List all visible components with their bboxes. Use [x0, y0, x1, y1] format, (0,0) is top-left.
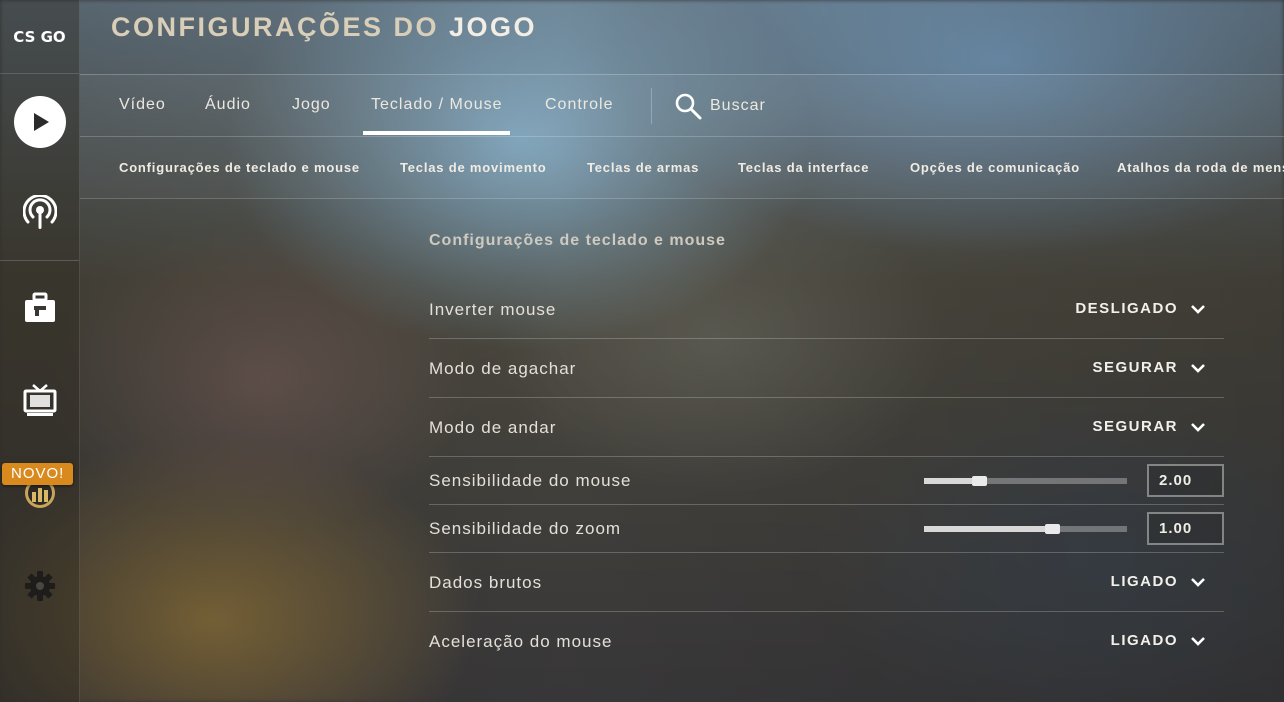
subtabs: Configurações de teclado e mouse Teclas … — [80, 137, 1284, 198]
subtab-interface-keys[interactable]: Teclas da interface — [738, 160, 869, 175]
logo-text: CS GO — [13, 27, 66, 46]
mouse-sensitivity-input[interactable]: 2.00 — [1147, 464, 1224, 497]
sidebar-divider — [0, 260, 79, 261]
broadcast-button[interactable] — [0, 183, 79, 243]
tab-video[interactable]: Vídeo — [119, 96, 166, 114]
settings-tabs: Vídeo Áudio Jogo Teclado / Mouse Control… — [80, 75, 1284, 137]
inventory-button[interactable] — [0, 278, 79, 338]
walk-mode-dropdown[interactable]: SEGURAR — [1092, 418, 1206, 435]
tab-game[interactable]: Jogo — [292, 96, 331, 114]
setting-row-zoom-sensitivity: Sensibilidade do zoom 1.00 — [429, 505, 1224, 553]
search-button[interactable]: Buscar — [674, 92, 766, 120]
subtab-weapon-keys[interactable]: Teclas de armas — [587, 160, 699, 175]
setting-row-raw-input: Dados brutos LIGADO — [429, 553, 1224, 612]
page-title: CONFIGURAÇÕES DO JOGO — [111, 12, 537, 43]
chevron-down-icon — [1191, 577, 1205, 587]
search-label: Buscar — [710, 97, 766, 114]
csgo-logo[interactable]: CS GO — [0, 0, 79, 74]
play-icon — [13, 96, 66, 148]
subtab-radio-wheel-shortcuts[interactable]: Atalhos da roda de mensagens — [1117, 160, 1284, 175]
setting-label: Sensibilidade do mouse — [429, 471, 632, 490]
setting-row-crouch-mode: Modo de agachar SEGURAR — [429, 339, 1224, 398]
slider-fill — [924, 526, 1052, 532]
tab-controller[interactable]: Controle — [545, 96, 613, 114]
search-icon — [675, 93, 702, 120]
chevron-down-icon — [1191, 636, 1205, 646]
setting-label: Inverter mouse — [429, 300, 557, 319]
dropdown-value: DESLIGADO — [1075, 300, 1178, 317]
tv-icon — [23, 384, 56, 416]
subtab-movement-keys[interactable]: Teclas de movimento — [400, 160, 546, 175]
subtab-keyboard-mouse-settings[interactable]: Configurações de teclado e mouse — [119, 160, 360, 175]
play-button[interactable] — [0, 92, 79, 152]
setting-label: Modo de andar — [429, 418, 557, 437]
crouch-mode-dropdown[interactable]: SEGURAR — [1092, 359, 1206, 376]
tab-audio[interactable]: Áudio — [205, 96, 251, 114]
chevron-down-icon — [1191, 304, 1205, 314]
page-title-highlight: JOGO — [449, 12, 538, 42]
broadcast-icon — [22, 195, 57, 229]
page-title-prefix: CONFIGURAÇÕES DO — [111, 12, 440, 42]
mouse-sensitivity-slider[interactable] — [924, 476, 1127, 486]
tab-divider — [651, 88, 652, 124]
new-badge: NOVO! — [2, 463, 74, 485]
dropdown-value: LIGADO — [1110, 632, 1178, 649]
slider-handle[interactable] — [1044, 524, 1060, 534]
zoom-sensitivity-input[interactable]: 1.00 — [1147, 512, 1224, 545]
chevron-down-icon — [1191, 363, 1205, 373]
setting-label: Dados brutos — [429, 573, 543, 592]
setting-label: Sensibilidade do zoom — [429, 519, 622, 538]
chevron-down-icon — [1191, 422, 1205, 432]
active-tab-indicator — [363, 131, 510, 135]
slider-fill — [924, 478, 979, 484]
setting-row-walk-mode: Modo de andar SEGURAR — [429, 398, 1224, 457]
subtabs-divider — [80, 198, 1284, 199]
watch-button[interactable] — [0, 370, 79, 430]
setting-row-mouse-sensitivity: Sensibilidade do mouse 2.00 — [429, 457, 1224, 505]
tab-keyboard-mouse[interactable]: Teclado / Mouse — [371, 96, 503, 114]
gear-icon — [24, 571, 55, 601]
dropdown-value: LIGADO — [1110, 573, 1178, 590]
zoom-sensitivity-slider[interactable] — [924, 524, 1127, 534]
dropdown-value: SEGURAR — [1092, 418, 1178, 435]
setting-row-mouse-acceleration: Aceleração do mouse LIGADO — [429, 612, 1224, 671]
settings-button[interactable] — [0, 556, 79, 616]
subtab-communication-options[interactable]: Opções de comunicação — [910, 160, 1080, 175]
mouse-acceleration-dropdown[interactable]: LIGADO — [1111, 632, 1206, 649]
raw-input-dropdown[interactable]: LIGADO — [1111, 573, 1206, 590]
setting-label: Aceleração do mouse — [429, 632, 613, 651]
slider-handle[interactable] — [971, 476, 987, 486]
briefcase-icon — [24, 292, 55, 322]
setting-row-invert-mouse: Inverter mouse DESLIGADO — [429, 280, 1224, 339]
section-title: Configurações de teclado e mouse — [429, 232, 726, 249]
setting-label: Modo de agachar — [429, 359, 577, 378]
sidebar: CS GO NOVO! — [0, 0, 80, 702]
dropdown-value: SEGURAR — [1092, 359, 1178, 376]
invert-mouse-dropdown[interactable]: DESLIGADO — [1075, 300, 1206, 317]
